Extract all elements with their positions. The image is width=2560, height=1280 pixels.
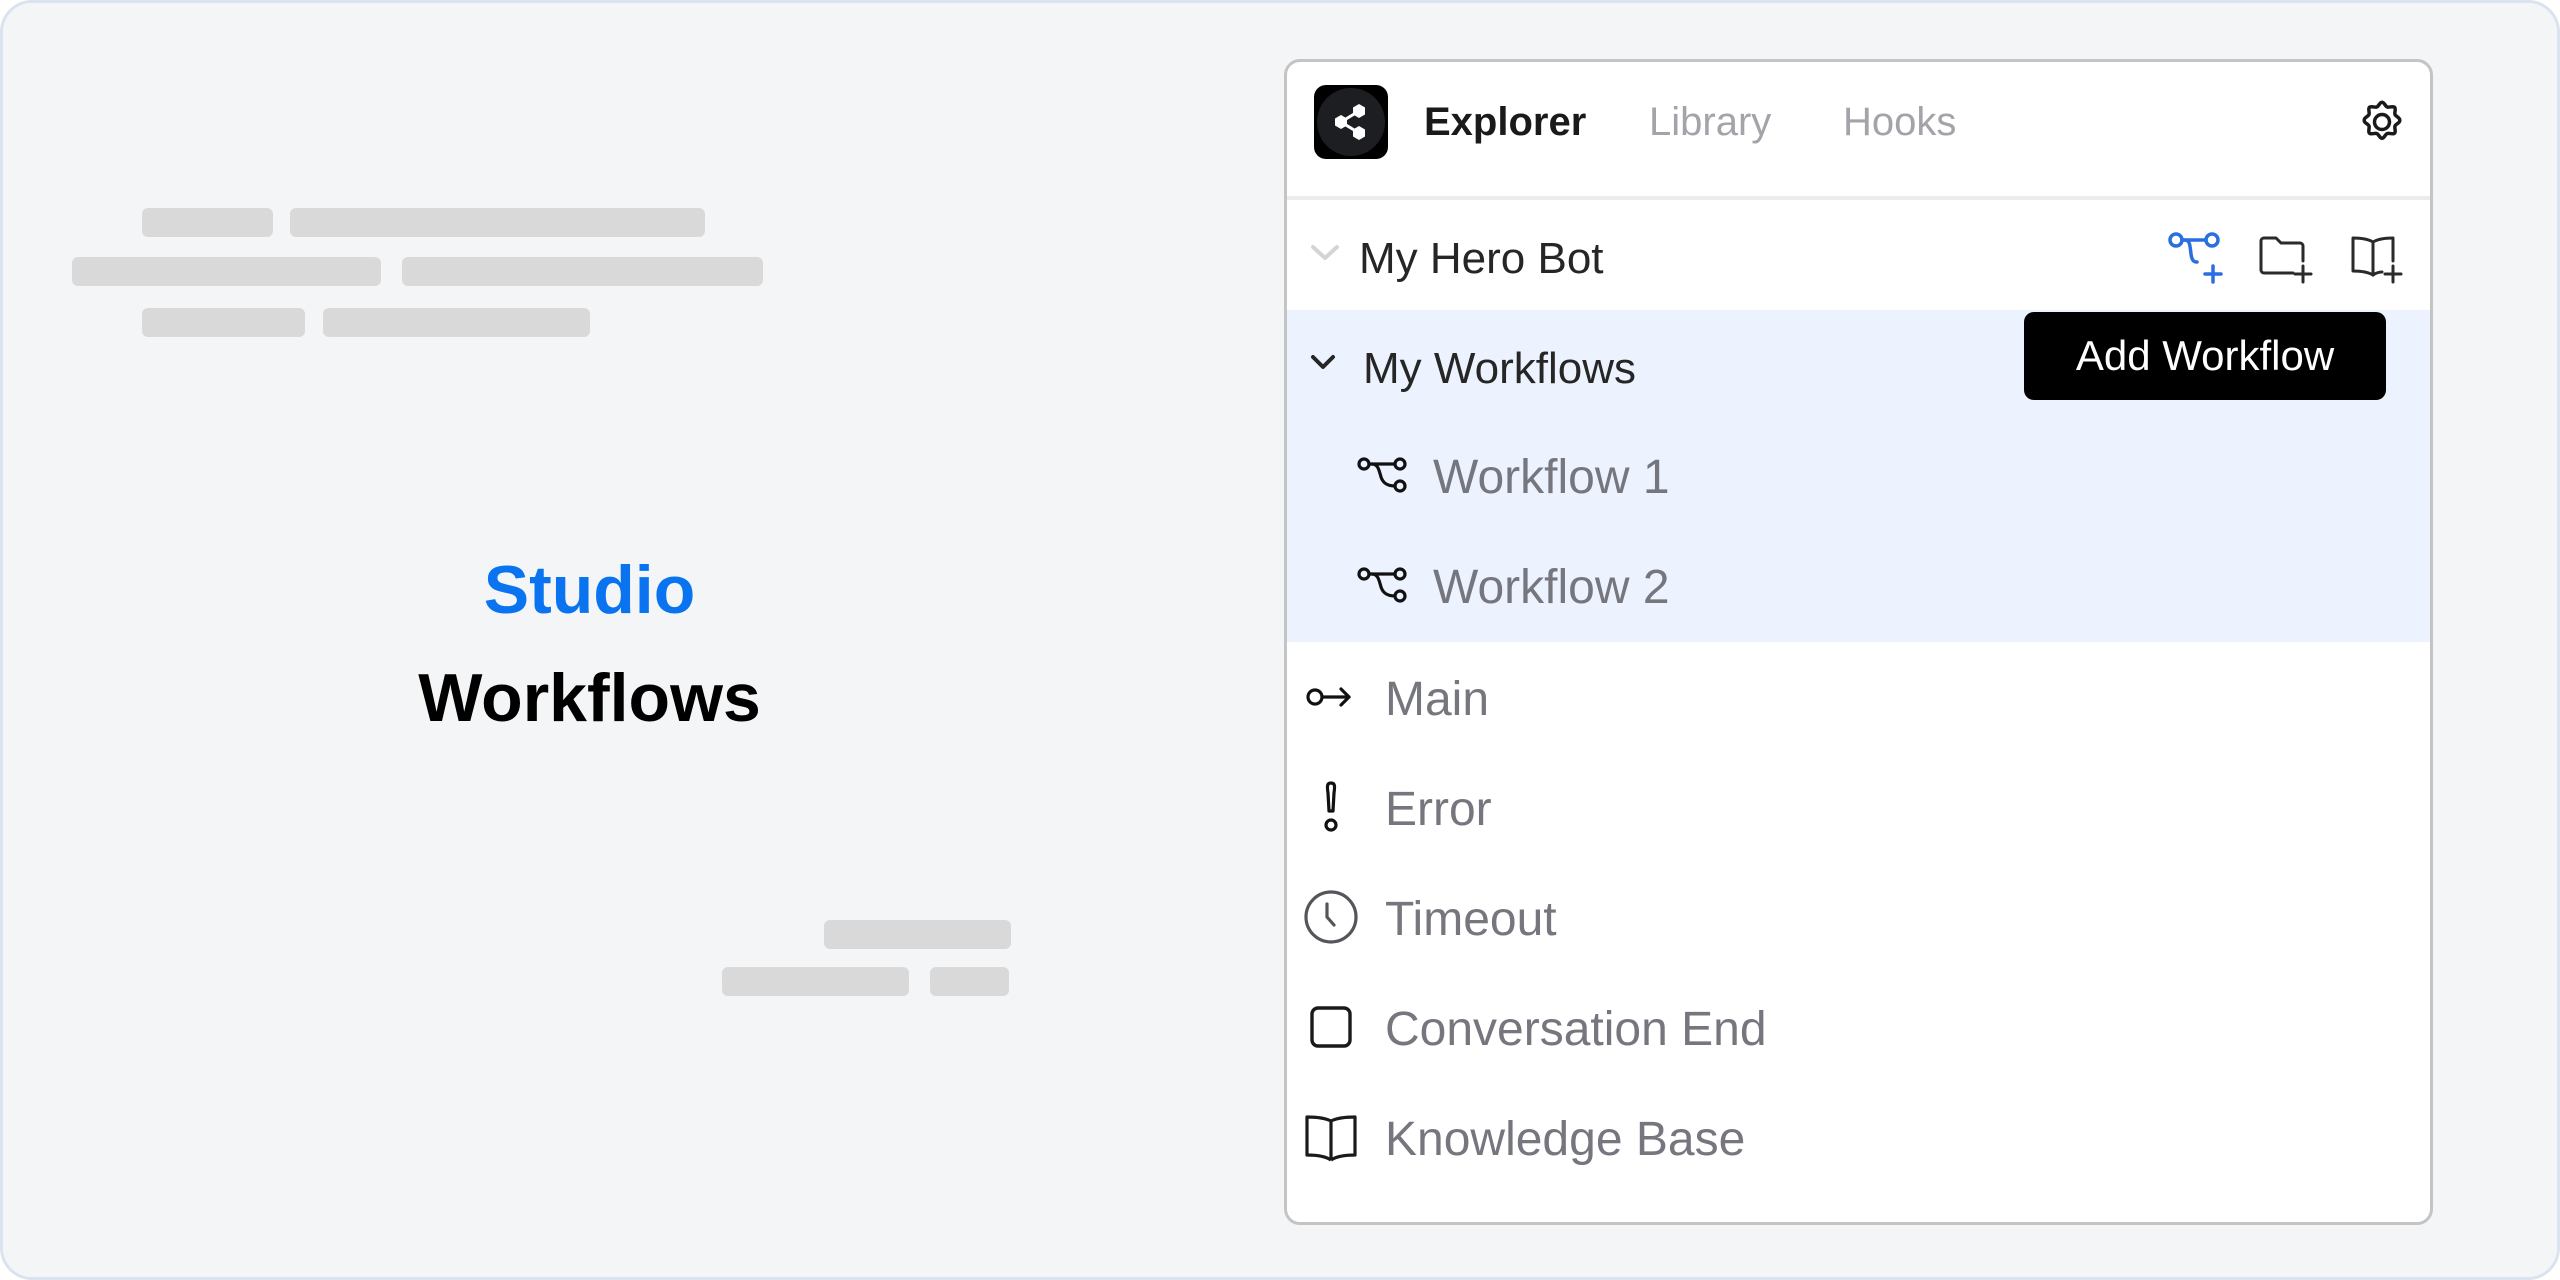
placeholder-bar — [930, 967, 1009, 996]
tab-library[interactable]: Library — [1649, 100, 1771, 144]
placeholder-bar — [142, 308, 305, 337]
chevron-down-icon[interactable] — [1307, 238, 1343, 268]
tab-explorer[interactable]: Explorer — [1424, 100, 1586, 144]
workflow-icon — [1357, 457, 1407, 493]
share-nodes-icon — [1335, 104, 1365, 140]
tab-hooks[interactable]: Hooks — [1843, 100, 1956, 144]
workflow-label: Workflow 2 — [1433, 561, 1670, 614]
bot-row[interactable]: My Hero Bot — [1287, 200, 2430, 310]
entry-arrow-icon — [1306, 687, 1351, 707]
list-item-conversation-end[interactable]: Conversation End — [1287, 972, 2430, 1082]
group-header[interactable]: My Workflows Add Workflow — [1287, 310, 2430, 420]
placeholder-bar — [290, 208, 705, 237]
workflow-item[interactable]: Workflow 1 — [1287, 420, 2430, 530]
brand-title: Studio — [483, 552, 696, 628]
item-label: Conversation End — [1385, 1003, 1767, 1056]
list-item-main[interactable]: Main — [1287, 642, 2430, 752]
chevron-down-icon[interactable] — [1307, 348, 1339, 376]
add-workflow-icon[interactable] — [2167, 228, 2225, 286]
page-title: Workflows — [418, 660, 761, 736]
item-label: Main — [1385, 673, 1490, 726]
workflow-label: Workflow 1 — [1433, 451, 1670, 504]
book-icon — [1305, 1115, 1357, 1162]
placeholder-bar — [72, 257, 381, 286]
item-label: Timeout — [1385, 893, 1557, 946]
exclamation-icon — [1324, 781, 1338, 832]
add-knowledge-base-icon[interactable] — [2347, 228, 2405, 286]
placeholder-bar — [722, 967, 909, 996]
list-item-error[interactable]: Error — [1287, 752, 2430, 862]
placeholder-bar — [323, 308, 590, 337]
bot-name: My Hero Bot — [1359, 234, 1604, 283]
workflow-group: My Workflows Add Workflow Workflow 1 Wor… — [1287, 310, 2430, 642]
group-name: My Workflows — [1363, 344, 1636, 393]
list-item-knowledge-base[interactable]: Knowledge Base — [1287, 1082, 2430, 1192]
clock-icon — [1304, 890, 1358, 944]
gear-icon[interactable] — [2352, 92, 2412, 152]
square-icon — [1310, 1006, 1352, 1048]
explorer-panel: Explorer Library Hooks My Hero Bot My Wo… — [1284, 59, 2433, 1225]
placeholder-bar — [824, 920, 1011, 949]
item-label: Error — [1385, 783, 1492, 836]
workflow-icon — [1357, 567, 1407, 603]
list-item-timeout[interactable]: Timeout — [1287, 862, 2430, 972]
panel-header: Explorer Library Hooks — [1287, 62, 2430, 200]
placeholder-bar — [142, 208, 273, 237]
placeholder-bar — [402, 257, 763, 286]
add-workflow-tooltip: Add Workflow — [2024, 312, 2386, 400]
add-folder-icon[interactable] — [2257, 228, 2315, 286]
item-label: Knowledge Base — [1385, 1113, 1746, 1166]
workflow-item[interactable]: Workflow 2 — [1287, 530, 2430, 640]
app-logo[interactable] — [1314, 85, 1388, 159]
canvas-frame: Studio Workflows Explorer Library Hooks — [0, 0, 2560, 1280]
